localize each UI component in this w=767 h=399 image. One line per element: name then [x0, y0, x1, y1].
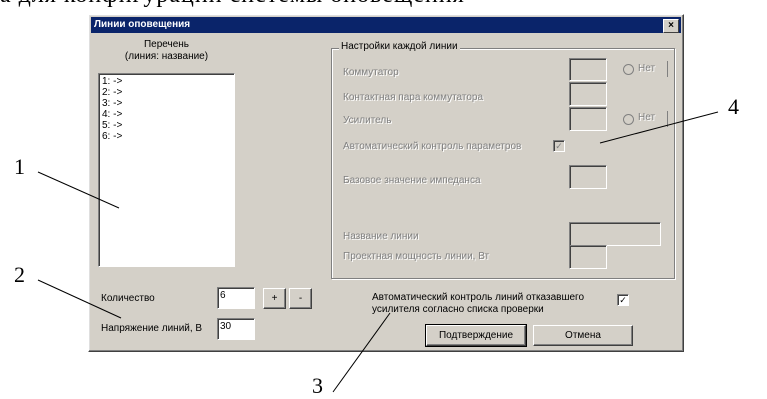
callout-lines	[37, 111, 719, 393]
callout-number-1: 1	[14, 154, 25, 179]
callout-line-2	[37, 279, 122, 319]
callout-line-1	[37, 171, 120, 209]
callout-number-4: 4	[728, 94, 739, 119]
callout-line-4	[599, 111, 719, 144]
callout-number-3: 3	[312, 373, 323, 398]
callout-line-3	[332, 312, 391, 393]
callout-number-2: 2	[14, 262, 25, 287]
